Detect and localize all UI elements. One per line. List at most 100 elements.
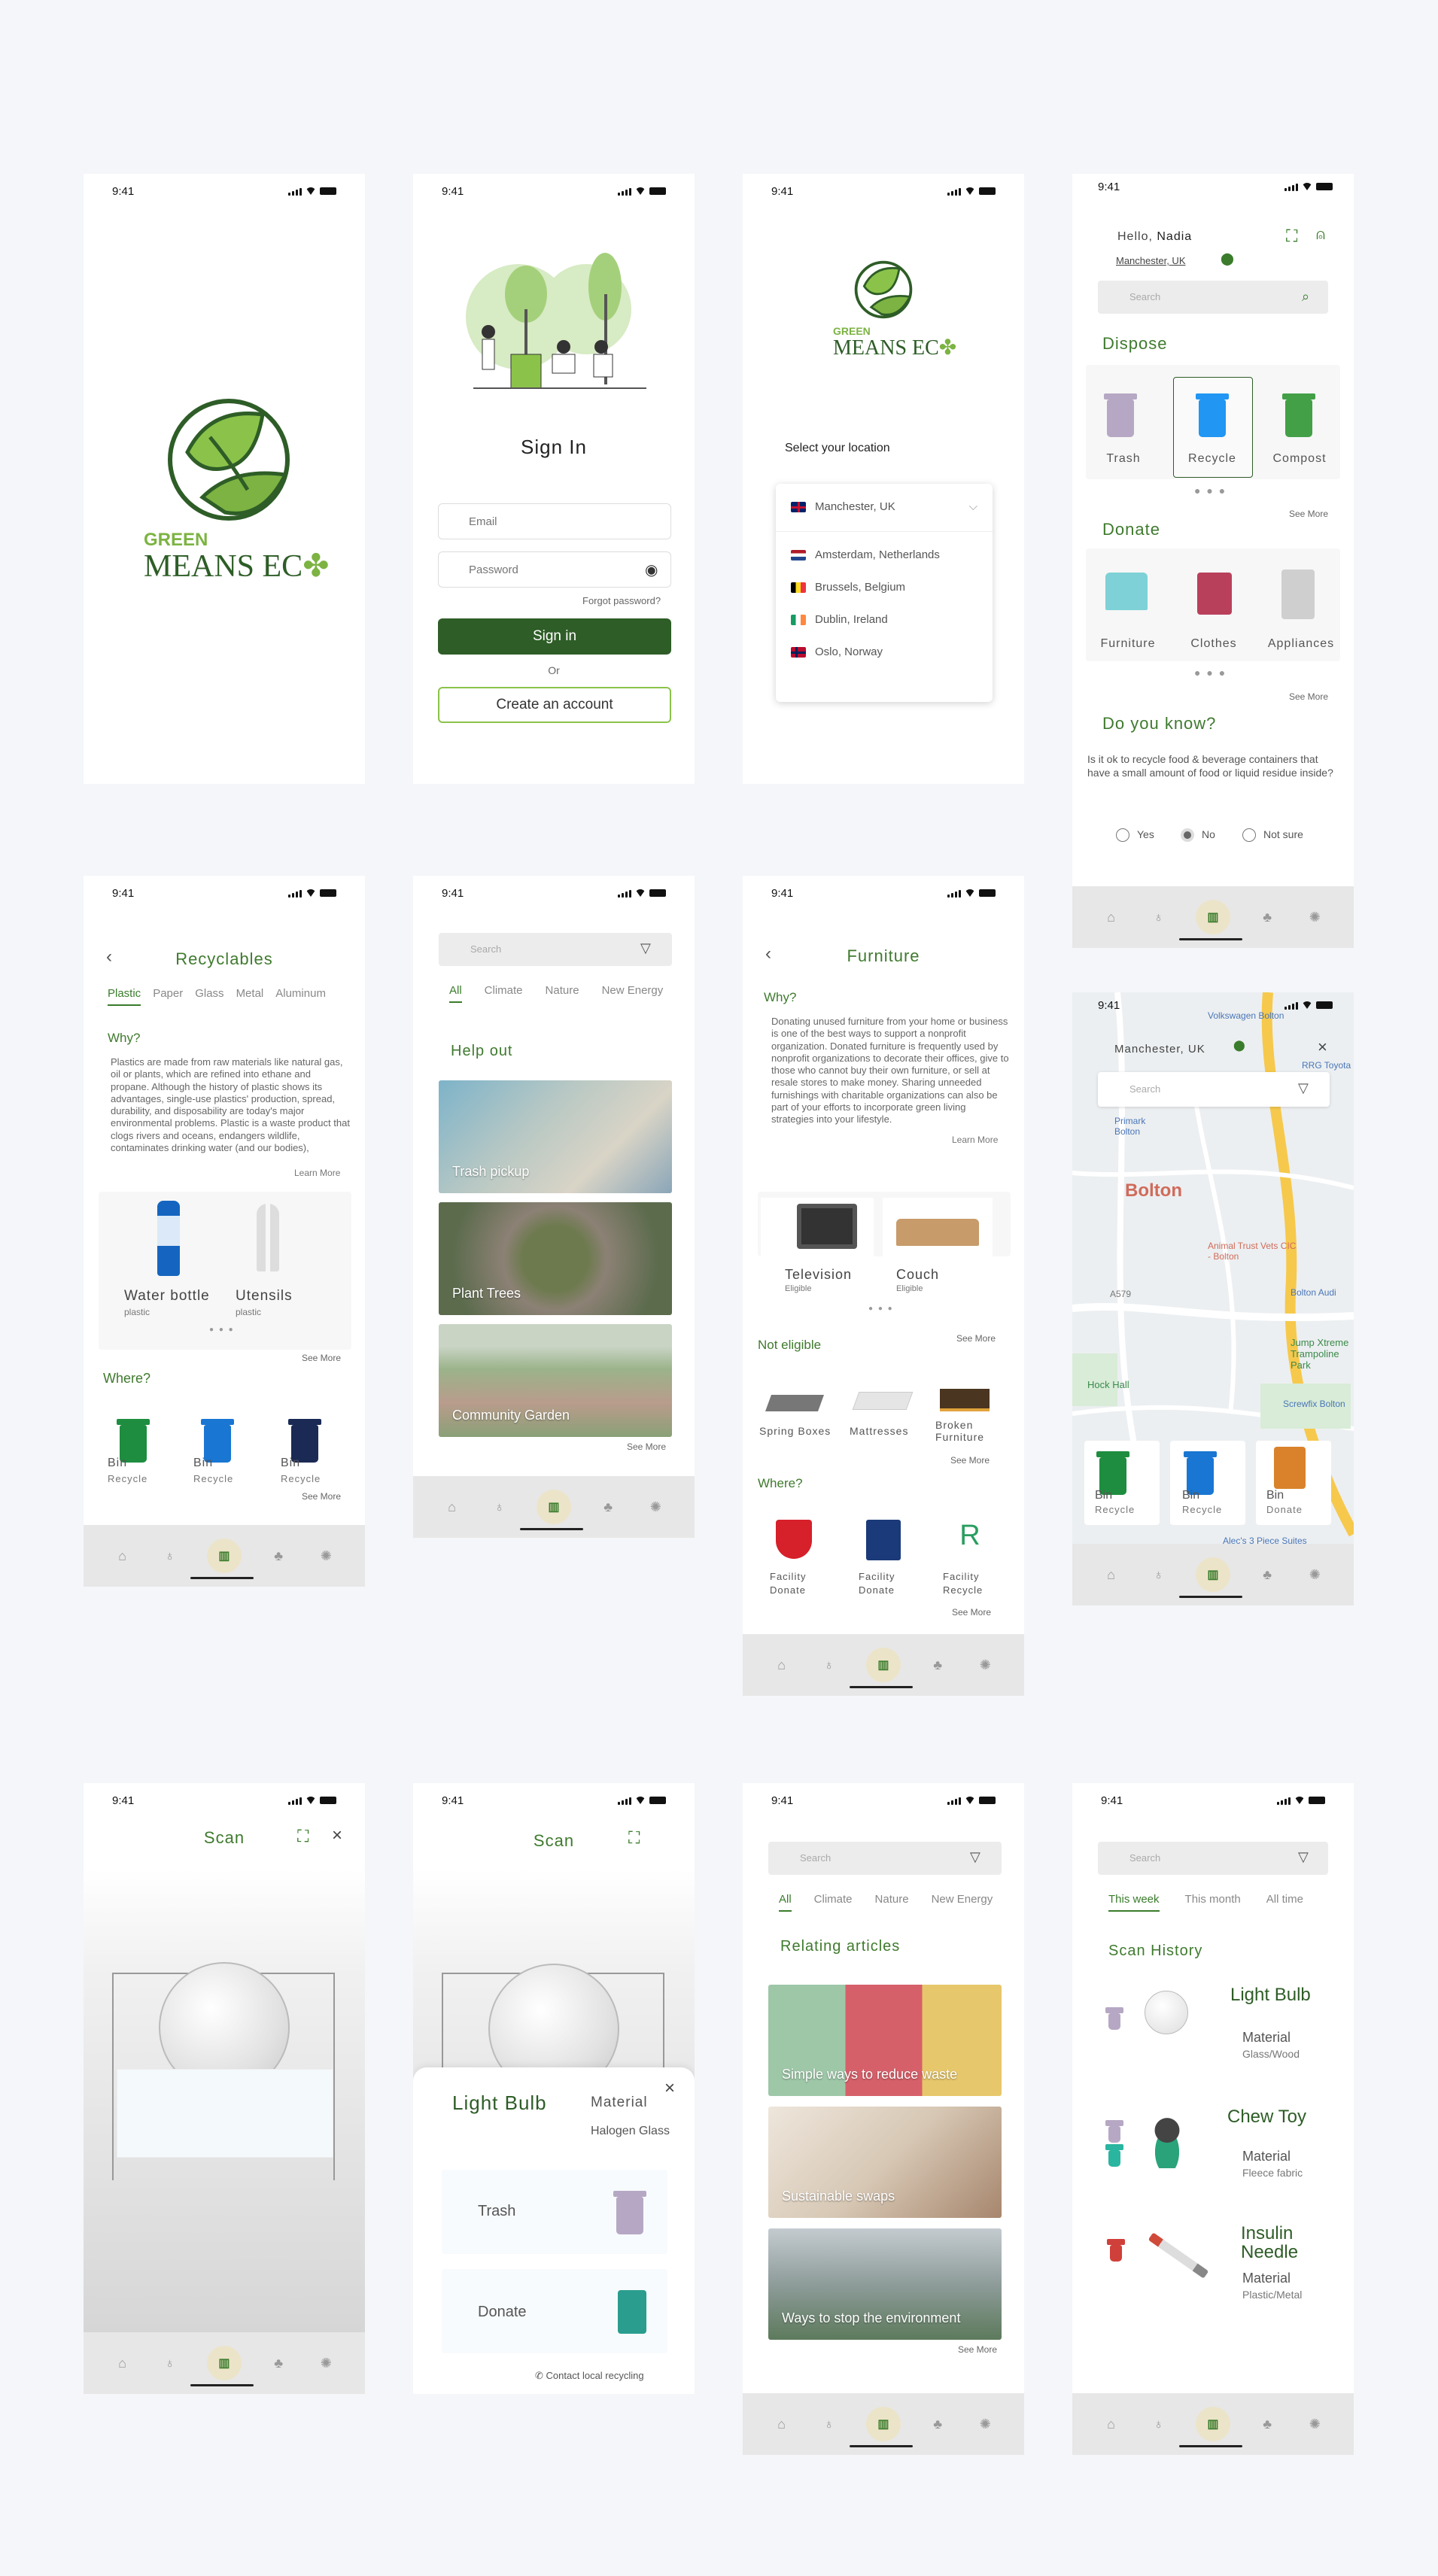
lightbulb-nav-icon[interactable]: ♁: [819, 1654, 840, 1675]
donate-item[interactable]: Appliances: [1263, 637, 1339, 651]
location-option[interactable]: Amsterdam, Netherlands: [776, 532, 993, 561]
loading-nav-icon[interactable]: ✺: [315, 1545, 336, 1566]
lightbulb-nav-icon[interactable]: ♁: [489, 1496, 510, 1517]
home-nav-icon[interactable]: ⌂: [1101, 907, 1122, 928]
search-input[interactable]: Search: [1098, 1842, 1328, 1875]
loading-nav-icon[interactable]: ✺: [974, 1654, 996, 1675]
donate-item[interactable]: Clothes: [1182, 637, 1245, 651]
see-more-link[interactable]: See More: [956, 1333, 996, 1344]
community-garden-card[interactable]: Community Garden: [439, 1324, 672, 1437]
answer-no[interactable]: No: [1181, 828, 1215, 843]
leaf-nav-icon[interactable]: ♣: [1257, 2413, 1278, 2435]
tab-paper[interactable]: Paper: [153, 987, 183, 1006]
not-eligible-item[interactable]: Broken Furniture: [935, 1419, 996, 1443]
tab-plastic[interactable]: Plastic: [108, 987, 141, 1006]
location-selected[interactable]: Manchester, UK ⌵: [776, 484, 993, 532]
dispose-item[interactable]: Trash: [1093, 452, 1154, 466]
profile-icon[interactable]: ⍝: [1316, 226, 1325, 244]
item-name[interactable]: Utensils: [236, 1288, 293, 1305]
filter-icon[interactable]: ▽: [1298, 1849, 1309, 1865]
dispose-item[interactable]: Compost: [1268, 452, 1331, 466]
password-field[interactable]: [438, 551, 671, 588]
see-more-link[interactable]: See More: [302, 1353, 341, 1363]
trash-pickup-card[interactable]: Trash pickup: [439, 1080, 672, 1193]
bin-name[interactable]: Bin: [281, 1457, 300, 1470]
loading-nav-icon[interactable]: ✺: [1304, 1564, 1325, 1585]
filter-icon[interactable]: ▽: [640, 940, 651, 956]
home-nav-icon[interactable]: ⌂: [1101, 2413, 1122, 2435]
scan-icon[interactable]: ⛶: [628, 1828, 640, 1848]
forgot-password-link[interactable]: Forgot password?: [582, 595, 661, 606]
tab-new-energy[interactable]: New Energy: [932, 1893, 993, 1912]
history-item[interactable]: Insulin Needle Material Plastic/Metal: [1072, 2224, 1354, 2337]
scan-nav-icon[interactable]: ▥: [865, 2407, 901, 2441]
not-eligible-item[interactable]: Mattresses: [850, 1425, 908, 1437]
leaf-nav-icon[interactable]: ♣: [1257, 907, 1278, 928]
facility-name[interactable]: Facility: [770, 1571, 806, 1582]
scan-nav-icon[interactable]: ▥: [206, 2346, 242, 2380]
location-option[interactable]: Oslo, Norway: [776, 626, 993, 658]
trash-option[interactable]: Trash: [442, 2170, 667, 2254]
home-nav-icon[interactable]: ⌂: [112, 2353, 133, 2374]
not-eligible-item[interactable]: Spring Boxes: [759, 1425, 831, 1437]
loading-nav-icon[interactable]: ✺: [645, 1496, 666, 1517]
facility-name[interactable]: Facility: [943, 1571, 979, 1582]
search-input[interactable]: Search: [768, 1842, 1002, 1875]
email-field[interactable]: [438, 503, 671, 539]
learn-more-link[interactable]: Learn More: [294, 1168, 340, 1178]
leaf-nav-icon[interactable]: ♣: [1257, 1564, 1278, 1585]
scan-nav-icon[interactable]: ▥: [1195, 900, 1230, 934]
scan-nav-icon[interactable]: ▥: [1195, 2407, 1230, 2441]
scan-nav-icon[interactable]: ▥: [1195, 1557, 1230, 1592]
see-more-link[interactable]: See More: [958, 2344, 997, 2355]
lightbulb-nav-icon[interactable]: ♁: [1148, 907, 1169, 928]
map-search-input[interactable]: Search: [1098, 1072, 1330, 1107]
see-more-link[interactable]: See More: [627, 1441, 666, 1452]
leaf-nav-icon[interactable]: ♣: [597, 1496, 619, 1517]
facility-name[interactable]: Facility: [859, 1571, 895, 1582]
lightbulb-nav-icon[interactable]: ♁: [819, 2413, 840, 2435]
item-name[interactable]: Water bottle: [124, 1288, 210, 1305]
answer-yes[interactable]: Yes: [1116, 828, 1154, 843]
loading-nav-icon[interactable]: ✺: [974, 2413, 996, 2435]
create-account-button[interactable]: Create an account: [438, 687, 671, 723]
search-input[interactable]: Search: [439, 933, 672, 966]
plant-trees-card[interactable]: Plant Trees: [439, 1202, 672, 1315]
tab-aluminum[interactable]: Aluminum: [275, 987, 326, 1006]
home-nav-icon[interactable]: ⌂: [442, 1496, 463, 1517]
tab-glass[interactable]: Glass: [195, 987, 223, 1006]
tab-nature[interactable]: Nature: [546, 984, 579, 1003]
learn-more-link[interactable]: Learn More: [952, 1135, 998, 1145]
donate-item[interactable]: Furniture: [1092, 637, 1164, 651]
user-location[interactable]: Manchester, UK: [1116, 255, 1186, 266]
lightbulb-nav-icon[interactable]: ♁: [160, 1545, 181, 1566]
answer-not-sure[interactable]: Not sure: [1242, 828, 1303, 843]
location-option[interactable]: Brussels, Belgium: [776, 561, 993, 594]
donate-option[interactable]: Donate: [442, 2269, 667, 2353]
tab-this-week[interactable]: This week: [1108, 1893, 1160, 1912]
radio-selected-icon[interactable]: [1181, 828, 1194, 843]
history-item[interactable]: Chew Toy Material Fleece fabric: [1072, 2099, 1354, 2212]
tab-climate[interactable]: Climate: [485, 984, 523, 1003]
lightbulb-nav-icon[interactable]: ♁: [1148, 1564, 1169, 1585]
tab-metal[interactable]: Metal: [236, 987, 264, 1006]
close-icon[interactable]: ×: [664, 2078, 675, 2099]
tab-new-energy[interactable]: New Energy: [602, 984, 664, 1003]
radio-icon[interactable]: [1242, 828, 1256, 843]
see-more-link[interactable]: See More: [302, 1491, 341, 1502]
tab-all[interactable]: All: [779, 1893, 792, 1912]
scan-nav-icon[interactable]: ▥: [536, 1490, 571, 1524]
close-icon[interactable]: ×: [332, 1825, 342, 1846]
history-item[interactable]: Light Bulb Material Glass/Wood: [1072, 1979, 1354, 2091]
scan-nav-icon[interactable]: ▥: [206, 1539, 242, 1573]
article-card[interactable]: Simple ways to reduce waste: [768, 1985, 1002, 2096]
article-card[interactable]: Ways to stop the environment: [768, 2228, 1002, 2340]
contact-recycling-link[interactable]: ✆ Contact local recycling: [535, 2370, 644, 2382]
leaf-nav-icon[interactable]: ♣: [268, 2353, 289, 2374]
signin-button[interactable]: Sign in: [438, 618, 671, 655]
home-nav-icon[interactable]: ⌂: [771, 2413, 792, 2435]
search-input[interactable]: Search: [1098, 281, 1328, 314]
tab-all-time[interactable]: All time: [1266, 1893, 1303, 1912]
filter-icon[interactable]: ▽: [970, 1849, 980, 1865]
filter-icon[interactable]: ▽: [1298, 1080, 1309, 1096]
